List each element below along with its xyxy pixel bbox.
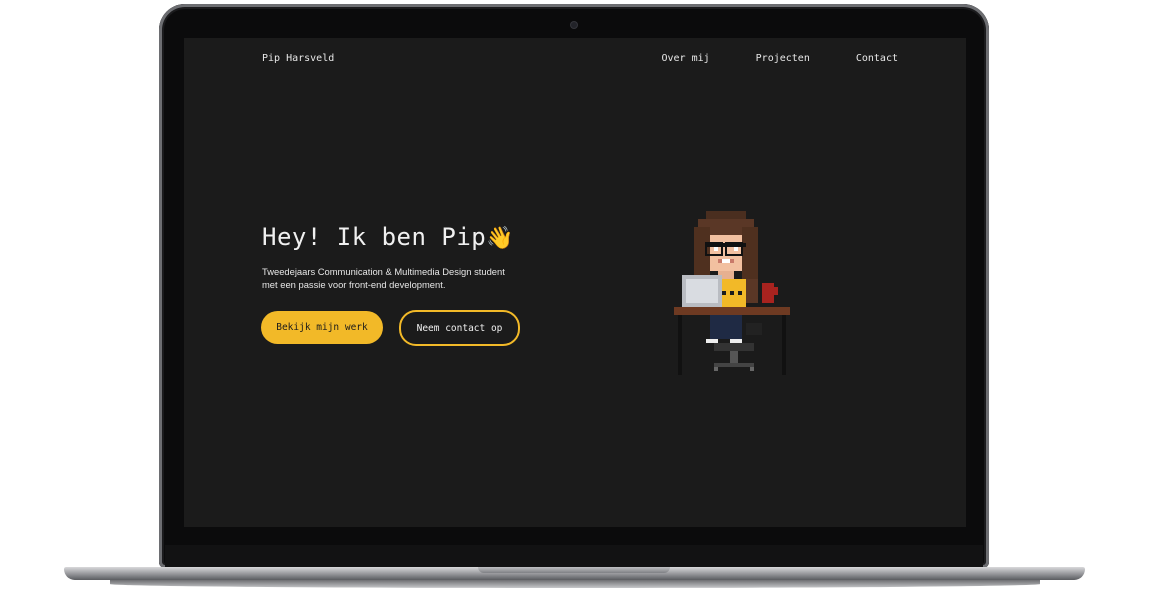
laptop-bezel-bottom bbox=[165, 545, 983, 567]
nav-item-projecten[interactable]: Projecten bbox=[756, 53, 810, 64]
nav-item-contact[interactable]: Contact bbox=[856, 53, 898, 64]
hero-title-text: Hey! Ik ben Pip bbox=[262, 223, 487, 251]
hero-subtitle-line-2: met een passie voor front-end developmen… bbox=[262, 279, 446, 290]
pixel-avatar-illustration bbox=[674, 211, 790, 375]
waving-hand-icon: 👋 bbox=[486, 226, 515, 251]
hero-subtitle-line-1: Tweedejaars Communication & Multimedia D… bbox=[262, 266, 505, 277]
site-brand[interactable]: Pip Harsveld bbox=[262, 53, 334, 64]
nav-item-over-mij[interactable]: Over mij bbox=[661, 53, 709, 64]
laptop-screen: Pip Harsveld Over mij Projecten Contact … bbox=[184, 38, 966, 527]
laptop-notch bbox=[478, 567, 670, 573]
webcam bbox=[571, 22, 577, 28]
contact-button[interactable]: Neem contact op bbox=[399, 310, 520, 346]
hero-title: Hey! Ik ben Pip👋 bbox=[262, 223, 514, 251]
laptop-base-shadow bbox=[110, 580, 1040, 588]
main-nav: Over mij Projecten Contact bbox=[661, 53, 898, 64]
hero-subtitle: Tweedejaars Communication & Multimedia D… bbox=[262, 265, 522, 291]
view-work-button[interactable]: Bekijk mijn werk bbox=[261, 311, 383, 344]
